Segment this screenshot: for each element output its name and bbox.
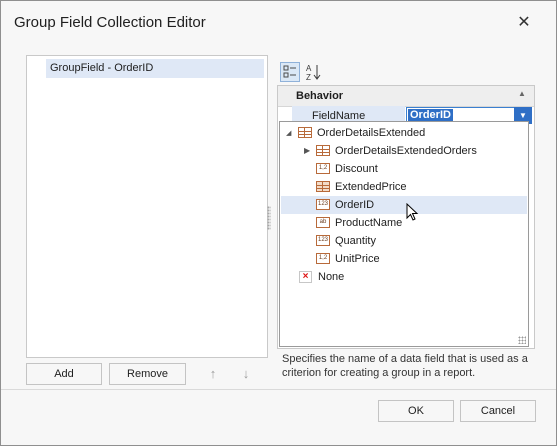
tree-item-extendedprice[interactable]: ExtendedPrice (281, 178, 527, 196)
group-fields-list[interactable]: GroupField - OrderID (26, 55, 268, 358)
dialog-title: Group Field Collection Editor (14, 14, 206, 31)
tree-item-label: OrderDetailsExtended (317, 127, 426, 139)
tree-item-label: OrderDetailsExtendedOrders (335, 145, 477, 157)
splitter-grip[interactable] (267, 206, 271, 230)
tree-item-label: UnitPrice (335, 253, 380, 265)
cancel-button[interactable]: Cancel (460, 400, 536, 422)
close-button[interactable]: ✕ (511, 10, 537, 36)
expand-arrow-icon[interactable]: ▶ (304, 142, 310, 160)
tree-item-none[interactable]: × None (281, 268, 527, 286)
dialog-window: Group Field Collection Editor ✕ GroupFie… (0, 0, 557, 446)
tree-item-root[interactable]: ◢ OrderDetailsExtended (281, 124, 527, 142)
tree-item-quantity[interactable]: 123 Quantity (281, 232, 527, 250)
categorized-icon[interactable] (280, 62, 300, 82)
move-down-button[interactable]: ↓ (234, 363, 258, 385)
mouse-cursor-icon (406, 202, 420, 226)
arrow-down-icon: ↓ (242, 366, 250, 381)
tree-item-orderdetailsextendedorders[interactable]: ▶ OrderDetailsExtendedOrders (281, 142, 527, 160)
resize-grip-icon[interactable] (518, 336, 526, 344)
tree-item-productname[interactable]: ab ProductName (281, 214, 527, 232)
tree-item-label: Quantity (335, 235, 376, 247)
arrow-up-icon: ↑ (209, 366, 217, 381)
integer-field-icon: 123 (316, 199, 330, 210)
table-icon (298, 127, 312, 138)
string-field-icon: ab (316, 217, 330, 228)
svg-text:Z: Z (306, 73, 311, 82)
field-picker-popup: ◢ OrderDetailsExtended ▶ OrderDetailsExt… (279, 121, 529, 347)
calculated-field-icon (316, 181, 330, 192)
category-behavior[interactable]: Behavior ▲ (278, 86, 534, 107)
number-field-icon: 1,2 (316, 253, 330, 264)
table-icon (316, 145, 330, 156)
svg-text:A: A (306, 64, 312, 73)
tree-item-unitprice[interactable]: 1,2 UnitPrice (281, 250, 527, 268)
tree-item-label: None (318, 271, 345, 283)
none-icon: × (299, 271, 312, 283)
collapse-arrow-icon[interactable]: ◢ (286, 125, 291, 143)
tree-item-discount[interactable]: 1,2 Discount (281, 160, 527, 178)
tree-item-label: Discount (335, 163, 378, 175)
category-label: Behavior (296, 90, 344, 102)
add-button[interactable]: Add (26, 363, 102, 385)
collapse-icon[interactable]: ▲ (518, 89, 526, 98)
chevron-down-icon: ▼ (519, 111, 527, 120)
number-field-icon: 1,2 (316, 163, 330, 174)
tree-item-label: ProductName (335, 217, 403, 229)
integer-field-icon: 123 (316, 235, 330, 246)
list-item-groupfield[interactable]: GroupField - OrderID (46, 59, 264, 78)
ok-button[interactable]: OK (378, 400, 454, 422)
sort-alphabetical-icon[interactable]: A Z (304, 62, 324, 82)
tree-item-label: OrderID (335, 199, 375, 211)
tree-item-label: ExtendedPrice (335, 181, 407, 193)
property-description: Specifies the name of a data field that … (282, 353, 528, 379)
remove-button[interactable]: Remove (109, 363, 186, 385)
move-up-button[interactable]: ↑ (201, 363, 225, 385)
footer-divider (1, 389, 556, 390)
tree-item-orderid[interactable]: 123 OrderID (281, 196, 527, 214)
title-bar: Group Field Collection Editor ✕ (1, 1, 556, 45)
